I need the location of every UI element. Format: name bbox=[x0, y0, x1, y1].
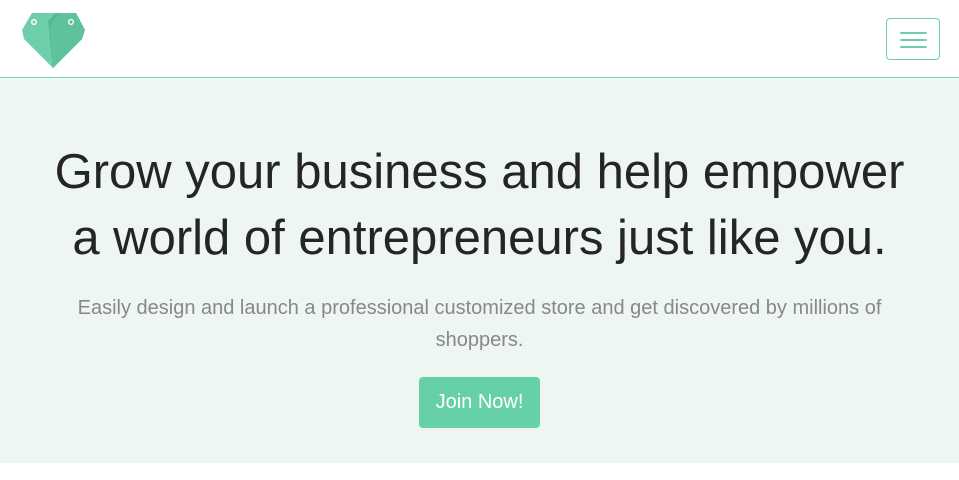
hero-subtitle-line-2: shoppers. bbox=[435, 329, 524, 351]
menu-toggle-button[interactable] bbox=[886, 18, 940, 60]
hero-title-line-2: a world of entrepreneurs just like you. bbox=[72, 211, 887, 265]
navbar bbox=[0, 0, 959, 78]
hero-title: Grow your business and help empower a wo… bbox=[0, 139, 959, 271]
hero-subtitle: Easily design and launch a professional … bbox=[30, 292, 929, 356]
hero-subtitle-line-1: Easily design and launch a professional … bbox=[77, 297, 882, 319]
join-now-button[interactable]: Join Now! bbox=[419, 377, 540, 428]
heart-tags-icon bbox=[22, 13, 85, 68]
hero-title-line-1: Grow your business and help empower bbox=[54, 145, 905, 199]
hero-section: Grow your business and help empower a wo… bbox=[0, 79, 959, 463]
brand-logo[interactable] bbox=[20, 11, 86, 69]
